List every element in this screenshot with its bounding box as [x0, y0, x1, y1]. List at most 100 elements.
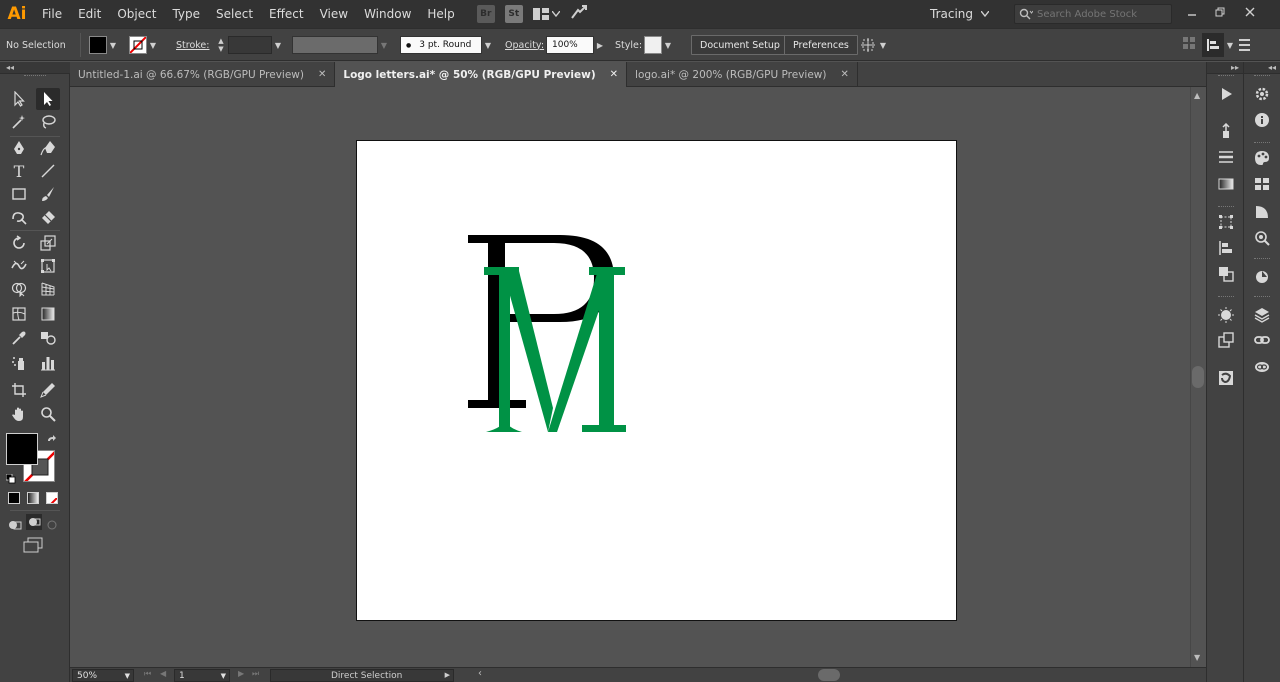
artboard-nav-prev-icon[interactable]: ◀ — [160, 669, 166, 678]
grid-align-icon[interactable] — [1182, 36, 1196, 50]
rectangle-tool-icon[interactable] — [8, 184, 30, 204]
stock-icon[interactable]: St — [504, 5, 523, 23]
gpu-performance-icon[interactable] — [570, 4, 588, 24]
menu-object[interactable]: Object — [109, 0, 164, 28]
vertical-scrollbar[interactable]: ▲ ▼ — [1190, 87, 1206, 667]
close-window-button[interactable] — [1240, 4, 1260, 20]
zoom-field[interactable]: 50% ▼ — [72, 669, 134, 682]
menu-type[interactable]: Type — [164, 0, 208, 28]
default-colors-icon[interactable] — [5, 469, 16, 484]
color-mode-icon[interactable] — [8, 492, 20, 504]
draw-behind-icon[interactable] — [26, 514, 42, 530]
gradient-mode-icon[interactable] — [27, 492, 39, 504]
opacity-label-wrap[interactable]: Opacity: — [505, 36, 544, 54]
export-panel-icon[interactable] — [1215, 330, 1237, 350]
links-panel-icon[interactable] — [1251, 330, 1273, 350]
opacity-control[interactable]: 100% ▶ — [546, 36, 606, 54]
panel-collapse-grip[interactable]: ◂◂ — [1244, 62, 1280, 74]
close-icon[interactable]: ✕ — [318, 69, 326, 80]
direct-selection-tool-icon[interactable] — [36, 88, 60, 110]
slice-tool-icon[interactable] — [37, 380, 59, 400]
eraser-tool-icon[interactable] — [37, 207, 59, 227]
artboard-nav-first-icon[interactable]: ⏮ — [144, 669, 151, 679]
workspace-switcher[interactable]: Tracing — [930, 0, 990, 28]
close-icon[interactable]: ✕ — [610, 69, 618, 80]
status-info-field[interactable]: Direct Selection ▶ — [270, 669, 454, 682]
stroke-weight-input[interactable] — [228, 36, 272, 54]
perspective-grid-tool-icon[interactable] — [37, 279, 59, 299]
arrange-documents-icon[interactable] — [532, 8, 560, 20]
rotate-tool-icon[interactable] — [8, 233, 30, 253]
pathfinder-panel-icon[interactable] — [1215, 264, 1237, 284]
type-tool-icon[interactable]: T — [8, 161, 30, 181]
properties-panel-icon[interactable] — [1251, 84, 1273, 104]
vertical-scroll-thumb[interactable] — [1192, 366, 1204, 388]
chevron-up-icon[interactable]: ▲ — [1194, 91, 1200, 100]
stroke-weight-field[interactable]: ▲ ▼ ▼ — [214, 36, 284, 54]
chevron-left-icon[interactable]: ‹ — [478, 668, 482, 679]
menu-file[interactable]: File — [34, 0, 70, 28]
actions-panel-icon[interactable] — [1215, 84, 1237, 104]
symbol-sprayer-tool-icon[interactable] — [8, 353, 30, 373]
swatches-panel-icon[interactable] — [1251, 174, 1273, 194]
symbols-panel-icon[interactable] — [1251, 228, 1273, 248]
transform-icon[interactable] — [859, 36, 877, 54]
artboard[interactable] — [356, 140, 957, 621]
artboard-number-field[interactable]: 1 ▼ — [174, 669, 230, 682]
mesh-tool-icon[interactable] — [8, 304, 30, 324]
chevron-down-icon[interactable]: ▼ — [1194, 653, 1200, 662]
preferences-wrap[interactable]: Preferences — [784, 35, 858, 55]
style-swatch[interactable] — [644, 36, 662, 54]
menu-effect[interactable]: Effect — [261, 0, 312, 28]
transform-panel-icon[interactable] — [1215, 212, 1237, 232]
fill-control[interactable]: ▼ — [89, 36, 119, 54]
pm-monogram-artwork[interactable]: P — [468, 232, 638, 437]
hamburger-menu-icon[interactable] — [1236, 36, 1254, 54]
image-trace-panel-icon[interactable] — [1215, 368, 1237, 388]
chevron-right-icon[interactable]: ▶ — [594, 36, 606, 54]
align-panel-icon[interactable] — [1202, 33, 1224, 57]
swap-colors-icon[interactable] — [46, 432, 58, 444]
line-segment-tool-icon[interactable] — [37, 161, 59, 181]
artboard-nav-last-icon[interactable]: ⏭ — [252, 669, 259, 679]
paintbrush-tool-icon[interactable] — [37, 184, 59, 204]
restore-button[interactable] — [1210, 4, 1230, 20]
stepper-icon[interactable]: ▲ ▼ — [214, 36, 228, 54]
fill-swatch-large[interactable] — [6, 433, 38, 465]
selection-tool-icon[interactable] — [8, 89, 30, 109]
draw-normal-icon[interactable] — [8, 516, 22, 530]
shaper-tool-icon[interactable] — [8, 207, 30, 227]
curvature-tool-icon[interactable] — [37, 138, 59, 158]
menu-window[interactable]: Window — [356, 0, 419, 28]
menu-help[interactable]: Help — [419, 0, 462, 28]
brushes-panel-icon[interactable] — [1251, 202, 1273, 222]
letter-m-shape[interactable] — [484, 267, 626, 432]
hand-tool-icon[interactable] — [8, 404, 30, 424]
gradient-panel-icon[interactable] — [1215, 174, 1237, 194]
brush-definition[interactable]: ● 3 pt. Round ▼ — [400, 36, 494, 54]
zoom-tool-icon[interactable] — [37, 404, 59, 424]
blend-tool-icon[interactable] — [37, 328, 59, 348]
draw-inside-icon[interactable] — [46, 516, 60, 530]
document-setup-wrap[interactable]: Document Setup — [691, 35, 789, 55]
appearance-panel-icon[interactable] — [1215, 305, 1237, 325]
tab-logo[interactable]: logo.ai* @ 200% (RGB/GPU Preview) ✕ — [627, 62, 858, 87]
bridge-icon[interactable]: Br — [476, 5, 495, 23]
opacity-input[interactable]: 100% — [546, 36, 594, 54]
gradient-tool-icon[interactable] — [37, 304, 59, 324]
lasso-tool-icon[interactable] — [37, 112, 59, 132]
eyedropper-tool-icon[interactable] — [8, 328, 30, 348]
brush-field[interactable]: ● 3 pt. Round — [400, 36, 482, 54]
free-transform-tool-icon[interactable] — [37, 256, 59, 276]
layers-panel-icon[interactable] — [1251, 305, 1273, 325]
scale-tool-icon[interactable] — [37, 233, 59, 253]
artboard-tool-icon[interactable] — [8, 380, 30, 400]
column-graph-tool-icon[interactable] — [37, 353, 59, 373]
none-mode-icon[interactable] — [46, 492, 58, 504]
fill-swatch[interactable] — [89, 36, 107, 54]
preferences-button[interactable]: Preferences — [784, 35, 858, 55]
graphic-style-control[interactable]: ▼ — [644, 36, 674, 54]
arrange-control[interactable]: ▼ — [859, 36, 889, 54]
stroke-panel-icon[interactable] — [1215, 147, 1237, 167]
pen-tool-icon[interactable] — [8, 138, 30, 158]
